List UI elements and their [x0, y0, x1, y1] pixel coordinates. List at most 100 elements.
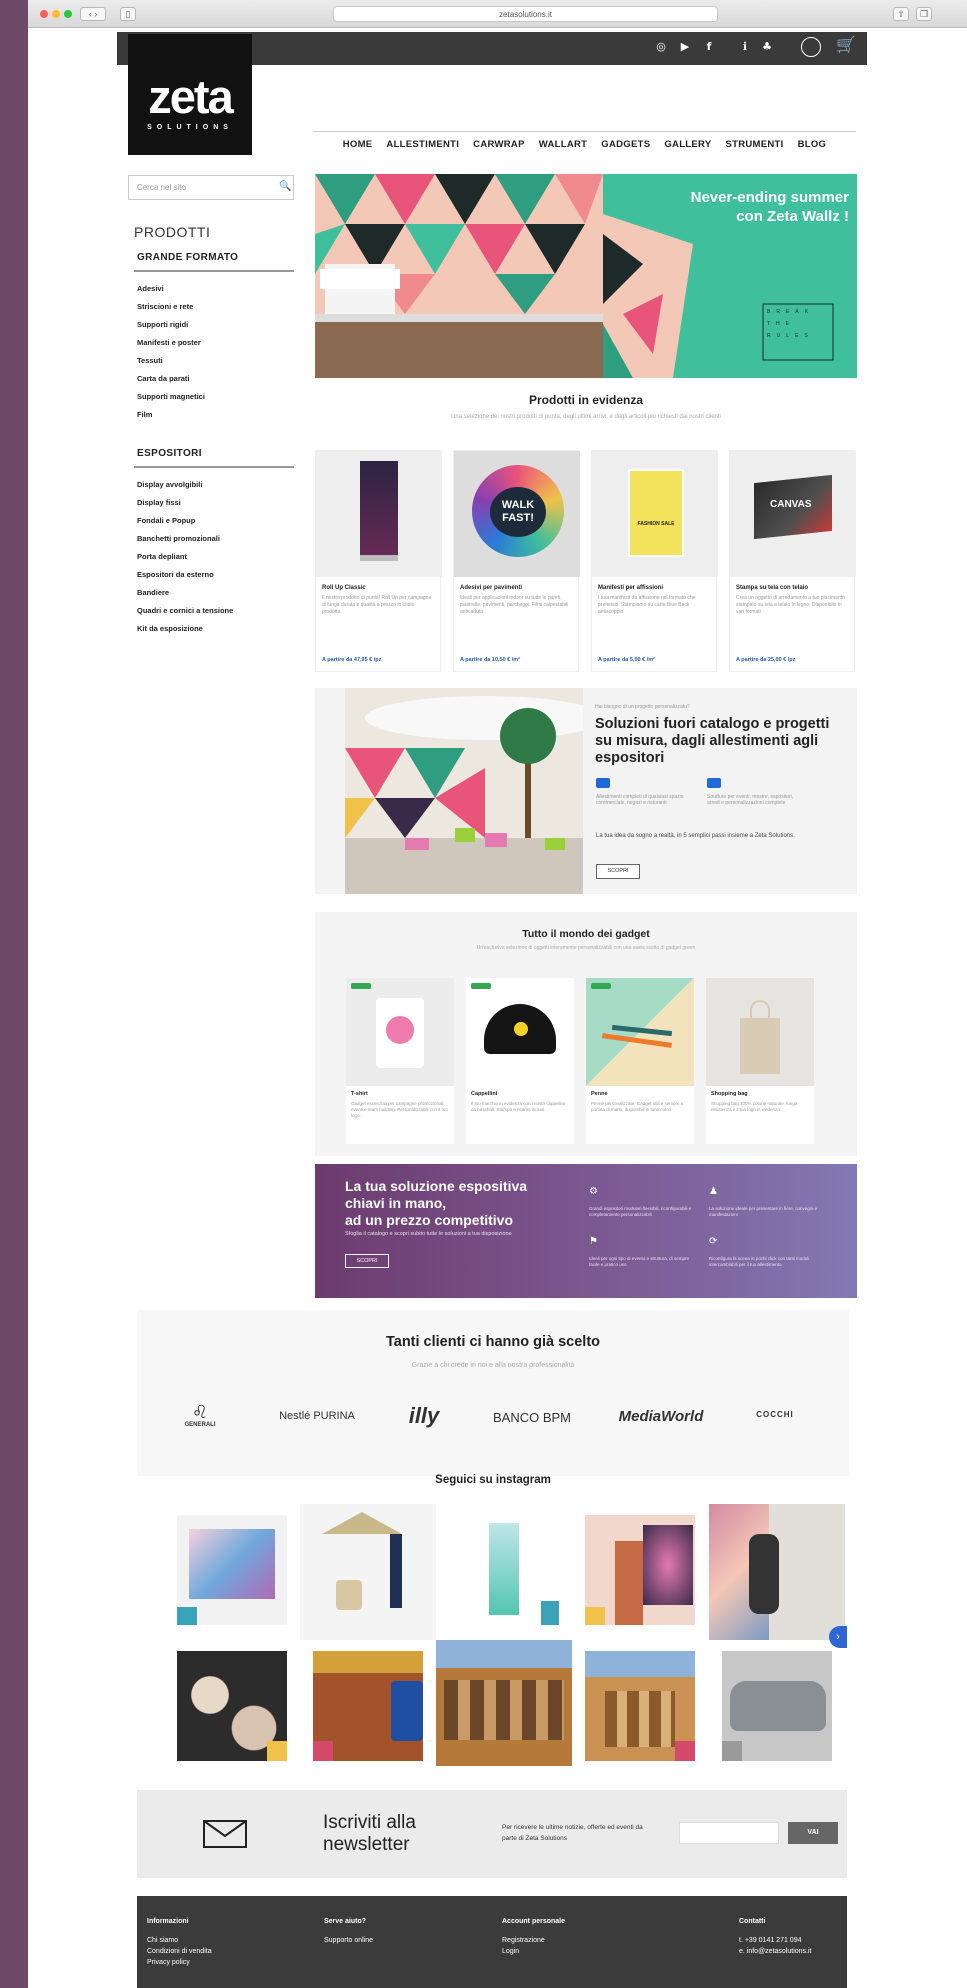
nav-carwrap[interactable]: CARWRAP: [473, 139, 525, 150]
sidebar-item[interactable]: Porta depliant: [137, 548, 233, 566]
promo-feature: Grandi espositori modulari flessibili, r…: [589, 1206, 692, 1217]
sidebar-item[interactable]: Supporti magnetici: [137, 388, 205, 406]
instagram-post[interactable]: [709, 1504, 845, 1640]
newsletter-email-input[interactable]: [679, 1822, 779, 1844]
newsletter-title: Iscriviti alla newsletter: [323, 1812, 416, 1855]
sidebar-item[interactable]: Supporti rigidi: [137, 316, 205, 334]
sidebar-item[interactable]: Quadri e cornici a tensione: [137, 602, 233, 620]
nav-gadgets[interactable]: GADGETS: [601, 139, 650, 150]
info-icon[interactable]: ℹ: [738, 40, 752, 54]
sidebar-item[interactable]: Fondali e Popup: [137, 512, 233, 530]
custom-solutions-section: Hai bisogno di un progetto personalizzat…: [315, 688, 857, 894]
url-text: zetasolutions.it: [499, 10, 552, 19]
footer-col-contacts: Contatti t. +39 0141 271 094 e. info@zetas…: [739, 1916, 811, 1957]
close-window-button[interactable]: [40, 10, 48, 18]
zoom-window-button[interactable]: [64, 10, 72, 18]
sidebar-item[interactable]: Film: [137, 406, 205, 424]
modules-icon: ⚙: [589, 1186, 598, 1197]
newsletter-section: Iscriviti alla newsletter Per ricevere l…: [137, 1790, 847, 1878]
gadget-name: T-shirt: [351, 1091, 368, 1097]
nav-strumenti[interactable]: STRUMENTI: [725, 139, 783, 150]
client-logo-bancobpm: BANCO BPM: [492, 1410, 571, 1425]
back-forward-buttons[interactable]: ‹ ›: [80, 7, 106, 21]
nav-home[interactable]: HOME: [343, 139, 373, 150]
client-logo-text: GENERALI: [184, 1422, 216, 1428]
nav-allestimenti[interactable]: ALLESTIMENTI: [386, 139, 459, 150]
product-card[interactable]: FASHION SALE Manifesti per affissioni I …: [591, 450, 718, 672]
nav-blog[interactable]: BLOG: [798, 139, 827, 150]
gadget-card[interactable]: Shopping bag Shopping bag 100% cotone na…: [706, 978, 814, 1144]
product-card[interactable]: CANVAS Stampa su tela con telaio Crea un…: [729, 450, 856, 672]
tabs-icon[interactable]: ❐: [916, 7, 932, 21]
promo-title-line1: La tua soluzione espositiva: [345, 1178, 528, 1194]
footer-link[interactable]: Condizioni di vendita: [147, 1946, 212, 1957]
new-badge: [471, 983, 491, 989]
footer-link[interactable]: Supporto online: [324, 1935, 373, 1946]
sidebar-toggle-icon[interactable]: ▯: [120, 7, 136, 21]
instagram-title: Seguici su instagram: [435, 1474, 551, 1486]
product-image: WALK FAST!: [454, 451, 580, 577]
sidebar-section-grande-formato[interactable]: GRANDE FORMATO: [137, 252, 238, 263]
hero-wallpaper-image: [315, 174, 603, 378]
product-image: [316, 451, 442, 577]
sidebar-item[interactable]: Espositori da esterno: [137, 566, 233, 584]
footer-link[interactable]: Login: [502, 1946, 565, 1957]
gadget-desc: Penne personalizzate. Gadget utili e sem…: [591, 1101, 684, 1112]
instagram-post[interactable]: [313, 1651, 423, 1761]
product-card[interactable]: Roll Up Classic Il nostro prodotto di pu…: [315, 450, 442, 672]
search-input[interactable]: Cerca nel sito: [128, 175, 294, 200]
search-icon[interactable]: 🔍: [279, 181, 291, 192]
sidebar-item[interactable]: Manifesti e poster: [137, 334, 205, 352]
site-logo[interactable]: zeta SOLUTIONS: [128, 34, 252, 155]
sidebar-item[interactable]: Display avvolgibili: [137, 476, 233, 494]
instagram-post[interactable]: [585, 1515, 695, 1625]
share-icon[interactable]: ⇧: [893, 7, 909, 21]
instagram-post[interactable]: [436, 1640, 572, 1766]
product-card[interactable]: WALK FAST! Adesivi per pavimenti Ideali …: [453, 450, 580, 672]
sidebar-item[interactable]: Banchetti promozionali: [137, 530, 233, 548]
gadget-card[interactable]: Cappellini Il tuo marchio in evidenza co…: [466, 978, 574, 1144]
sidebar-item[interactable]: Tessuti: [137, 352, 205, 370]
sitemap-icon[interactable]: ♣: [760, 40, 774, 54]
gadget-card[interactable]: T-shirt Gadget essenziali per campagne p…: [346, 978, 454, 1144]
sidebar-item[interactable]: Bandiere: [137, 584, 233, 602]
footer-link[interactable]: Privacy policy: [147, 1957, 212, 1968]
gadget-desc: Il tuo marchio in evidenza con i nostri …: [471, 1101, 566, 1112]
instagram-post[interactable]: [449, 1515, 559, 1625]
cart-icon[interactable]: 🛒: [836, 37, 856, 53]
instagram-post[interactable]: [585, 1651, 695, 1761]
newsletter-submit-button[interactable]: VAI: [788, 1822, 838, 1844]
facebook-icon[interactable]: f: [702, 40, 716, 54]
sidebar-item[interactable]: Carta da parati: [137, 370, 205, 388]
solutions-kicker: Hai bisogno di un progetto personalizzat…: [595, 704, 690, 710]
sidebar-item[interactable]: Striscioni e rete: [137, 298, 205, 316]
sidebar-item[interactable]: Adesivi: [137, 280, 205, 298]
instagram-post[interactable]: [300, 1504, 436, 1640]
youtube-icon[interactable]: ▶: [678, 40, 692, 54]
promo-title-line3: ad un prezzo competitivo: [345, 1212, 514, 1228]
gadget-card[interactable]: Penne Penne personalizzate. Gadget utili…: [586, 978, 694, 1144]
minimize-window-button[interactable]: [52, 10, 60, 18]
promo-discover-button[interactable]: SCOPRI: [345, 1254, 389, 1268]
address-bar[interactable]: zetasolutions.it: [333, 6, 718, 22]
sidebar-section-espositori[interactable]: ESPOSITORI: [137, 448, 202, 459]
sidebar-item[interactable]: Kit da esposizione: [137, 620, 233, 638]
instagram-post[interactable]: [177, 1651, 287, 1761]
carousel-next-button[interactable]: ›: [829, 1626, 847, 1648]
footer-link[interactable]: Registrazione: [502, 1935, 565, 1946]
footer-phone[interactable]: t. +39 0141 271 094: [739, 1935, 811, 1946]
solutions-discover-button[interactable]: SCOPRI: [596, 864, 640, 879]
product-desc: Ideali per applicazioni indoor su tutte …: [460, 595, 569, 615]
sidebar-item[interactable]: Display fissi: [137, 494, 233, 512]
user-icon[interactable]: [801, 37, 821, 57]
product-price: A partire da 47,95 € /pz: [322, 657, 382, 663]
nav-wallart[interactable]: WALLART: [539, 139, 588, 150]
nav-gallery[interactable]: GALLERY: [664, 139, 711, 150]
instagram-post[interactable]: [722, 1651, 832, 1761]
footer-email[interactable]: e. info@zetasolutions.it: [739, 1946, 811, 1957]
instagram-post[interactable]: [177, 1515, 287, 1625]
footer-link[interactable]: Chi siamo: [147, 1935, 212, 1946]
product-price: A partire da 5,00 € /m²: [598, 657, 655, 663]
hero-banner[interactable]: Never-ending summer con Zeta Wallz ! BREA…: [315, 174, 857, 378]
instagram-icon[interactable]: ◎: [654, 40, 668, 54]
